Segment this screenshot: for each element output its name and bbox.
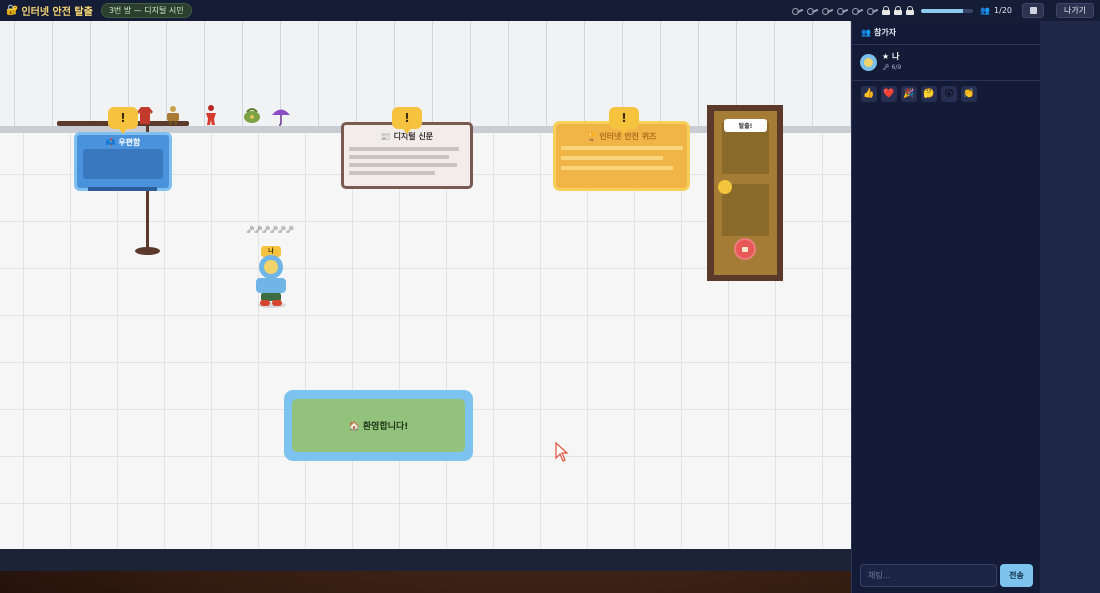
key-icon	[822, 6, 833, 15]
player-character[interactable]: 🗝🗝🗝🗝🗝🗝 나	[246, 226, 298, 311]
thinking-icon[interactable]: 🤔	[921, 86, 937, 102]
news-line	[349, 171, 435, 175]
mannequin-icon[interactable]	[162, 104, 184, 126]
progress-fill	[921, 8, 963, 13]
exit-button[interactable]: 나가기	[1056, 3, 1094, 18]
participant-keys: 🗝 6/9	[882, 64, 902, 71]
player-shoe	[260, 300, 270, 306]
menu-button[interactable]	[1022, 3, 1044, 18]
lock-icon	[894, 6, 903, 15]
door-knob[interactable]	[718, 180, 732, 194]
progress-bar	[921, 8, 974, 13]
quiz-line	[561, 156, 663, 160]
game-title: 🔐 인터넷 안전 탈출	[6, 3, 93, 18]
participant-item[interactable]: ★ 나 🗝 6/9	[852, 45, 1041, 81]
party-icon[interactable]: 🎉	[901, 86, 917, 102]
escape-sign: 탈출!	[724, 119, 767, 132]
post-box-panel	[83, 149, 163, 179]
news-alert-icon[interactable]: !	[392, 107, 422, 134]
key-icon	[867, 6, 878, 15]
participant-name: ★ 나	[882, 52, 900, 61]
avatar	[860, 54, 877, 71]
post-box-board[interactable]: 📫 우편함	[74, 132, 172, 191]
game-area[interactable]: 📫 우편함 ! 📰 디지털 신문 ! 🏆 인터넷 안전 퀴즈 ! 탈출! 🏠 환…	[0, 21, 851, 570]
quiz-alert-icon[interactable]: !	[609, 107, 639, 134]
post-box-label: 📫 우편함	[105, 138, 141, 147]
room-badge: 3번 방 — 디지털 시민	[100, 3, 192, 18]
welcome-mat[interactable]: 🏠 환영합니다!	[284, 390, 473, 461]
send-button[interactable]: 전송	[1000, 564, 1033, 587]
player-shoe	[272, 300, 282, 306]
key-icon	[837, 6, 848, 15]
player-face	[264, 260, 278, 274]
heart-icon[interactable]: ❤️	[881, 86, 897, 102]
sidebar: 👥 참가자 ★ 나 🗝 6/9 👍 ❤️ 🎉 🤔 😮 👏 전송	[851, 21, 1041, 593]
post-alert-icon[interactable]: !	[108, 107, 138, 134]
reaction-bar: 👍 ❤️ 🎉 🤔 😮 👏	[861, 86, 977, 102]
player-count: 1/20	[994, 6, 1012, 15]
news-line	[349, 147, 459, 151]
clap-icon[interactable]: 👏	[961, 86, 977, 102]
green-bag-icon[interactable]	[241, 104, 263, 126]
lock-key-icon: 🔐	[6, 5, 19, 16]
red-figure-icon[interactable]	[200, 104, 222, 126]
people-icon: 👥	[980, 6, 991, 15]
welcome-text: 🏠 환영합니다!	[292, 399, 465, 452]
key-icon	[792, 6, 803, 15]
padlock-icon[interactable]	[734, 238, 756, 260]
right-panel-strip	[1040, 21, 1100, 593]
news-line	[349, 155, 449, 159]
quiz-line	[561, 166, 673, 170]
quiz-line	[561, 146, 683, 150]
people-icon: 👥	[861, 28, 871, 37]
post-box-shadow	[88, 187, 157, 191]
purple-umbrella-icon[interactable]	[270, 104, 292, 126]
lock-icon	[882, 6, 891, 15]
thumbs-up-icon[interactable]: 👍	[861, 86, 877, 102]
participants-header: 👥 참가자	[852, 21, 1041, 45]
game-bottom-bar	[0, 549, 851, 571]
lock-icon	[906, 6, 915, 15]
player-keys: 🗝🗝🗝🗝🗝🗝	[246, 226, 294, 234]
chat-input[interactable]	[860, 564, 997, 587]
coat-rack-base	[135, 247, 160, 255]
news-line	[349, 163, 457, 167]
key-icon	[807, 6, 818, 15]
square-menu-icon	[1029, 7, 1037, 14]
progress-area: 👥 1/20 나가기	[792, 3, 1094, 18]
participants-title: 참가자	[873, 28, 897, 37]
surprised-icon[interactable]: 😮	[941, 86, 957, 102]
mouse-cursor-icon	[555, 442, 569, 462]
player-body	[256, 278, 286, 293]
top-bar: 🔐 인터넷 안전 탈출 3번 방 — 디지털 시민 👥 1/20 나가기	[0, 0, 1100, 21]
game-title-text: 인터넷 안전 탈출	[21, 7, 93, 18]
key-icon	[852, 6, 863, 15]
